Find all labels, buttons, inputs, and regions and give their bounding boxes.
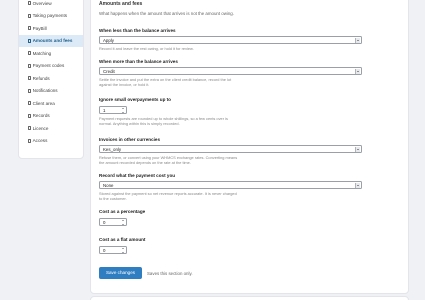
spinner-icon[interactable] <box>122 248 125 254</box>
field-label: Cost as a flat amount <box>99 237 146 242</box>
page-icon <box>28 113 32 118</box>
sidebar-item-notifications[interactable]: Notifications <box>19 85 83 98</box>
section-intro: What happens when the amount that arrive… <box>99 11 234 16</box>
sidebar-item-records[interactable]: Records <box>19 110 83 123</box>
section-title: Amounts and fees <box>99 1 143 7</box>
more-than-balance-select[interactable]: Credit <box>99 67 362 75</box>
page-icon <box>28 1 32 6</box>
field-label: Ignore small overpayments up to <box>99 97 171 102</box>
sidebar-item-access[interactable]: Access <box>19 135 83 148</box>
spinner-icon[interactable] <box>122 220 125 226</box>
sidebar-item-label: Overview <box>32 0 52 6</box>
cost-percentage-field: Cost as a percentage 0 <box>99 209 362 226</box>
other-currencies-field: Invoices in other currencies Kes_only Re… <box>99 137 362 165</box>
page-icon <box>28 13 32 18</box>
sidebar-item-overview[interactable]: Overview <box>19 0 83 10</box>
sidebar-item-label: Client area <box>32 100 55 106</box>
payment-cost-select[interactable]: None <box>99 181 362 189</box>
cost-flat-input[interactable]: 0 <box>99 246 127 254</box>
ignore-overpayments-field: Ignore small overpayments up to 1 Paymen… <box>99 97 362 126</box>
sidebar-item-paybill[interactable]: PayBill <box>19 22 83 35</box>
sidebar-item-licence[interactable]: Licence <box>19 122 83 135</box>
field-help: Refuse them, or convert using your WHMCS… <box>99 155 362 165</box>
less-than-balance-select[interactable]: Apply <box>99 36 362 44</box>
other-currencies-select[interactable]: Kes_only <box>99 145 362 153</box>
ignore-overpayments-input[interactable]: 1 <box>99 106 127 114</box>
select-value: Kes_only <box>103 147 122 152</box>
sidebar-item-matching[interactable]: Matching <box>19 47 83 60</box>
page-icon <box>28 63 32 68</box>
page-icon <box>28 126 32 131</box>
page-icon <box>28 51 32 56</box>
help-line: to the customer. <box>99 196 127 201</box>
field-label: Record what the payment cost you <box>99 173 176 178</box>
field-help: Settle the invoice and put the extra on … <box>99 77 362 87</box>
sidebar-item-label: Payment codes <box>32 63 65 69</box>
chevron-down-icon <box>355 38 360 44</box>
sidebar-item-label: Notifications <box>32 88 58 94</box>
field-label: When more than the balance arrives <box>99 59 178 64</box>
chevron-down-icon <box>355 69 360 75</box>
sidebar-item-label: Refunds <box>32 75 50 81</box>
next-section-card <box>90 296 409 300</box>
help-line: the amount recorded depends on the rate … <box>99 160 191 165</box>
field-help: Payment requests are rounded up to whole… <box>99 116 362 126</box>
save-changes-button[interactable]: Save changes <box>99 267 142 279</box>
field-label: Cost as a percentage <box>99 209 146 214</box>
page-icon <box>28 26 32 31</box>
input-value: 1 <box>103 108 106 113</box>
cost-flat-field: Cost as a flat amount 0 <box>99 237 362 254</box>
sidebar-item-label: Matching <box>32 50 52 56</box>
input-value: 0 <box>103 220 106 225</box>
cost-percentage-input[interactable]: 0 <box>99 218 127 226</box>
less-than-balance-field: When less than the balance arrives Apply… <box>99 28 362 51</box>
help-line: normal. Anything within this is simply r… <box>99 121 180 126</box>
settings-panel: Amounts and fees What happens when the a… <box>90 0 409 294</box>
input-value: 0 <box>103 248 106 253</box>
sidebar-item-label: Access <box>32 138 48 144</box>
field-label: When less than the balance arrives <box>99 28 176 33</box>
chevron-down-icon <box>355 147 360 153</box>
select-value: Apply <box>103 38 114 43</box>
sidebar-item-label: Amounts and fees <box>32 38 73 44</box>
chevron-down-icon <box>355 183 360 189</box>
field-label: Invoices in other currencies <box>99 137 161 142</box>
page-icon <box>28 101 32 106</box>
page-icon <box>28 76 32 81</box>
sidebar-item-label: Licence <box>32 125 49 131</box>
sidebar-item-client-area[interactable]: Client area <box>19 97 83 110</box>
select-value: None <box>103 183 114 188</box>
sidebar-item-label: PayBill <box>32 25 47 31</box>
page-icon <box>28 138 32 143</box>
sidebar-item-label: Records <box>32 113 50 119</box>
more-than-balance-field: When more than the balance arrives Credi… <box>99 59 362 87</box>
page-icon <box>28 88 32 93</box>
sidebar-item-label: Taking payments <box>32 13 68 19</box>
save-hint: Saves this section only. <box>147 271 193 276</box>
field-help: Stored against the payment so net revenu… <box>99 191 362 201</box>
sidebar-item-refunds[interactable]: Refunds <box>19 72 83 85</box>
sidebar-item-amounts-and-fees[interactable]: Amounts and fees <box>19 34 83 47</box>
field-help: Record it and leave the rest owing, or h… <box>99 46 194 51</box>
sidebar-item-taking-payments[interactable]: Taking payments <box>19 10 83 23</box>
help-line: against the invoice, or hold it. <box>99 82 150 87</box>
spinner-icon[interactable] <box>122 108 125 114</box>
select-value: Credit <box>103 69 115 74</box>
settings-sidebar: Overview Taking payments PayBill Amounts… <box>18 0 84 159</box>
sidebar-item-payment-codes[interactable]: Payment codes <box>19 60 83 73</box>
page-icon <box>28 38 32 43</box>
payment-cost-field: Record what the payment cost you None St… <box>99 173 362 201</box>
